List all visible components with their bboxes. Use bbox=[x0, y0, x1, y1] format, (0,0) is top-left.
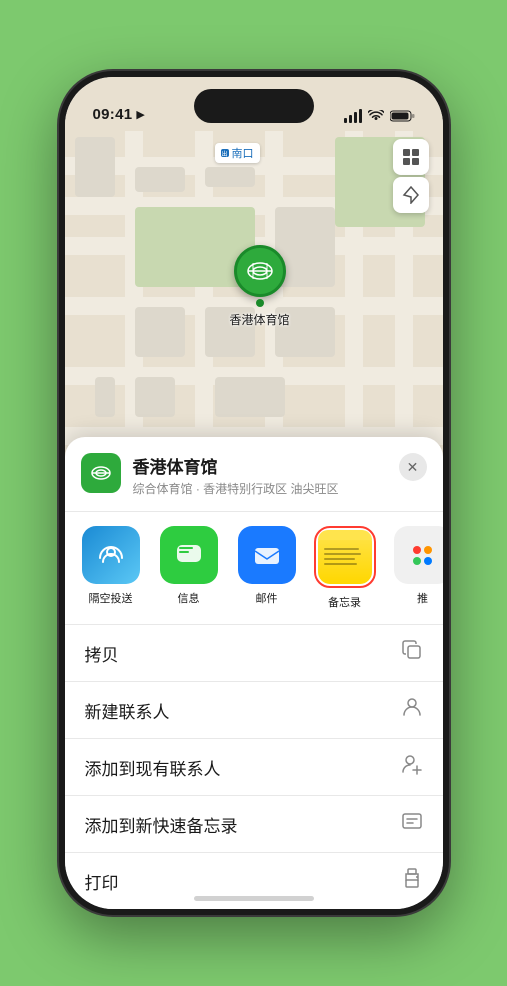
share-action-mail[interactable]: 邮件 bbox=[233, 526, 301, 610]
person-icon bbox=[401, 696, 423, 724]
map-block bbox=[215, 377, 285, 417]
map-area[interactable]: 出 南口 bbox=[65, 77, 443, 497]
share-action-notes[interactable]: 备忘录 bbox=[311, 526, 379, 610]
action-print-label: 打印 bbox=[85, 869, 119, 894]
memo-icon bbox=[401, 810, 423, 838]
map-view-toggle[interactable] bbox=[393, 139, 429, 175]
pin-icon bbox=[234, 245, 286, 297]
share-action-more[interactable]: 推 bbox=[389, 526, 443, 610]
status-time: 09:41 bbox=[93, 106, 133, 123]
stadium-pin[interactable]: 香港体育馆 bbox=[230, 245, 290, 328]
home-indicator bbox=[194, 896, 314, 901]
signal-bars-icon bbox=[344, 109, 362, 123]
person-add-icon bbox=[401, 753, 423, 781]
phone-frame: 09:41 ▶ bbox=[59, 71, 449, 915]
share-action-message[interactable]: 信息 bbox=[155, 526, 223, 610]
pin-dot bbox=[256, 299, 264, 307]
action-item-new-contact[interactable]: 新建联系人 bbox=[65, 682, 443, 739]
stadium-venue-icon bbox=[89, 461, 113, 485]
action-copy-label: 拷贝 bbox=[85, 641, 119, 666]
map-label-dot: 出 bbox=[221, 149, 229, 157]
share-action-airdrop[interactable]: 隔空投送 bbox=[77, 526, 145, 610]
map-icon bbox=[401, 147, 421, 167]
stadium-icon bbox=[245, 256, 275, 286]
map-block bbox=[75, 137, 115, 197]
more-icon bbox=[394, 526, 443, 584]
close-button[interactable]: ✕ bbox=[399, 453, 427, 481]
action-add-contact-label: 添加到现有联系人 bbox=[85, 755, 221, 780]
action-quick-note-label: 添加到新快速备忘录 bbox=[85, 812, 238, 837]
map-block bbox=[135, 377, 175, 417]
location-venue-icon bbox=[81, 453, 121, 493]
pin-label: 香港体育馆 bbox=[230, 311, 290, 328]
map-controls bbox=[393, 139, 429, 213]
copy-icon bbox=[401, 639, 423, 667]
wifi-icon bbox=[368, 110, 384, 122]
notes-label: 备忘录 bbox=[328, 594, 361, 610]
map-block bbox=[135, 307, 185, 357]
action-new-contact-label: 新建联系人 bbox=[85, 698, 170, 723]
map-block bbox=[205, 167, 255, 187]
map-block bbox=[135, 167, 185, 192]
dynamic-island bbox=[194, 89, 314, 123]
airdrop-icon bbox=[82, 526, 140, 584]
battery-icon bbox=[390, 110, 415, 122]
phone-screen: 09:41 ▶ bbox=[65, 77, 443, 909]
action-item-copy[interactable]: 拷贝 bbox=[65, 625, 443, 682]
location-arrow-icon bbox=[402, 186, 420, 204]
message-icon bbox=[160, 526, 218, 584]
location-info: 香港体育馆 综合体育馆 · 香港特别行政区 油尖旺区 bbox=[133, 453, 387, 497]
map-block bbox=[95, 377, 115, 417]
mail-label: 邮件 bbox=[256, 590, 278, 606]
mail-icon bbox=[238, 526, 296, 584]
notes-highlight-border bbox=[314, 526, 376, 588]
location-subtitle: 综合体育馆 · 香港特别行政区 油尖旺区 bbox=[133, 480, 387, 497]
action-item-quick-note[interactable]: 添加到新快速备忘录 bbox=[65, 796, 443, 853]
notes-icon bbox=[318, 530, 372, 584]
print-icon bbox=[401, 867, 423, 895]
location-button[interactable] bbox=[393, 177, 429, 213]
map-entry-label: 出 南口 bbox=[215, 143, 260, 163]
more-label: 推 bbox=[417, 590, 428, 606]
bottom-sheet: 香港体育馆 综合体育馆 · 香港特别行政区 油尖旺区 ✕ bbox=[65, 437, 443, 909]
location-arrow-icon: ▶ bbox=[136, 108, 144, 121]
status-icons bbox=[344, 109, 415, 123]
location-header: 香港体育馆 综合体育馆 · 香港特别行政区 油尖旺区 ✕ bbox=[65, 453, 443, 512]
airdrop-label: 隔空投送 bbox=[89, 590, 133, 606]
share-actions-row: 隔空投送 信息 bbox=[65, 512, 443, 625]
action-item-add-contact[interactable]: 添加到现有联系人 bbox=[65, 739, 443, 796]
message-label: 信息 bbox=[178, 590, 200, 606]
action-list: 拷贝 新建联系人 bbox=[65, 625, 443, 909]
location-name: 香港体育馆 bbox=[133, 453, 387, 478]
